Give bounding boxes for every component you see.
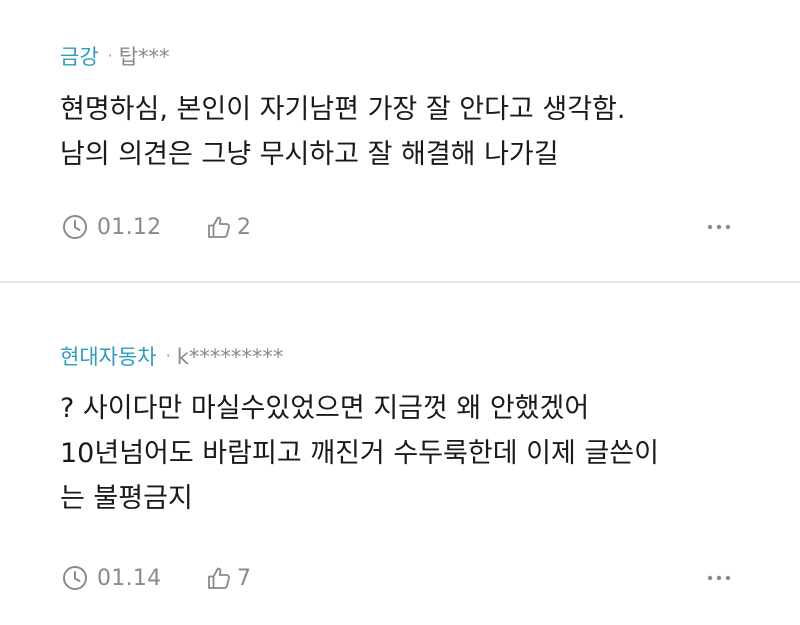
- clock-icon: [63, 215, 87, 239]
- comment-meta: 현대자동차 · k*********: [60, 344, 283, 372]
- comment-date: 01.12: [62, 211, 161, 243]
- like-button[interactable]: 2: [206, 211, 251, 243]
- comment-footer: 01.12 2: [62, 211, 742, 243]
- like-button[interactable]: 7: [206, 562, 251, 594]
- comment-line: 는 불평금지: [60, 483, 193, 514]
- date-text: 01.12: [97, 214, 162, 240]
- date-text: 01.14: [97, 565, 162, 591]
- comment-meta: 금강 · 탑***: [60, 44, 170, 72]
- like-count: 2: [237, 214, 252, 240]
- comment-line: ? 사이다만 마실수있었으면 지금껏 왜 안했겠어: [60, 393, 590, 424]
- comment-list: 금강 · 탑*** 현명하심, 본인이 자기남편 가장 잘 안다고 생각함. 남의 …: [0, 0, 800, 625]
- more-icon: [707, 575, 731, 581]
- thumbs-up-icon: [208, 216, 230, 238]
- more-icon: [707, 224, 731, 230]
- comment-divider: [0, 281, 800, 283]
- author-company[interactable]: 현대자동차: [60, 345, 157, 369]
- meta-separator: ·: [107, 46, 113, 65]
- comment-line: 10년넘어도 바람피고 깨진거 수두룩한데 이제 글쓴이: [60, 438, 659, 469]
- comment-footer: 01.14 7: [62, 562, 742, 594]
- author-nickname: k*********: [176, 345, 284, 369]
- comment-body: ? 사이다만 마실수있었으면 지금껏 왜 안했겠어 10년넘어도 바람피고 깨진…: [60, 386, 760, 521]
- comment-line: 남의 의견은 그냥 무시하고 잘 해결해 나가길: [60, 139, 559, 170]
- comment-line: 현명하심, 본인이 자기남편 가장 잘 안다고 생각함.: [60, 94, 626, 125]
- more-options-button[interactable]: [704, 562, 734, 594]
- more-options-button[interactable]: [704, 211, 734, 243]
- thumbs-up-icon: [208, 567, 230, 589]
- clock-icon: [63, 566, 87, 590]
- comment-date: 01.14: [62, 562, 161, 594]
- meta-separator: ·: [165, 346, 171, 365]
- author-company[interactable]: 금강: [60, 45, 99, 69]
- like-count: 7: [237, 565, 252, 591]
- author-nickname: 탑***: [118, 45, 170, 69]
- comment-body: 현명하심, 본인이 자기남편 가장 잘 안다고 생각함. 남의 의견은 그냥 무…: [60, 87, 760, 177]
